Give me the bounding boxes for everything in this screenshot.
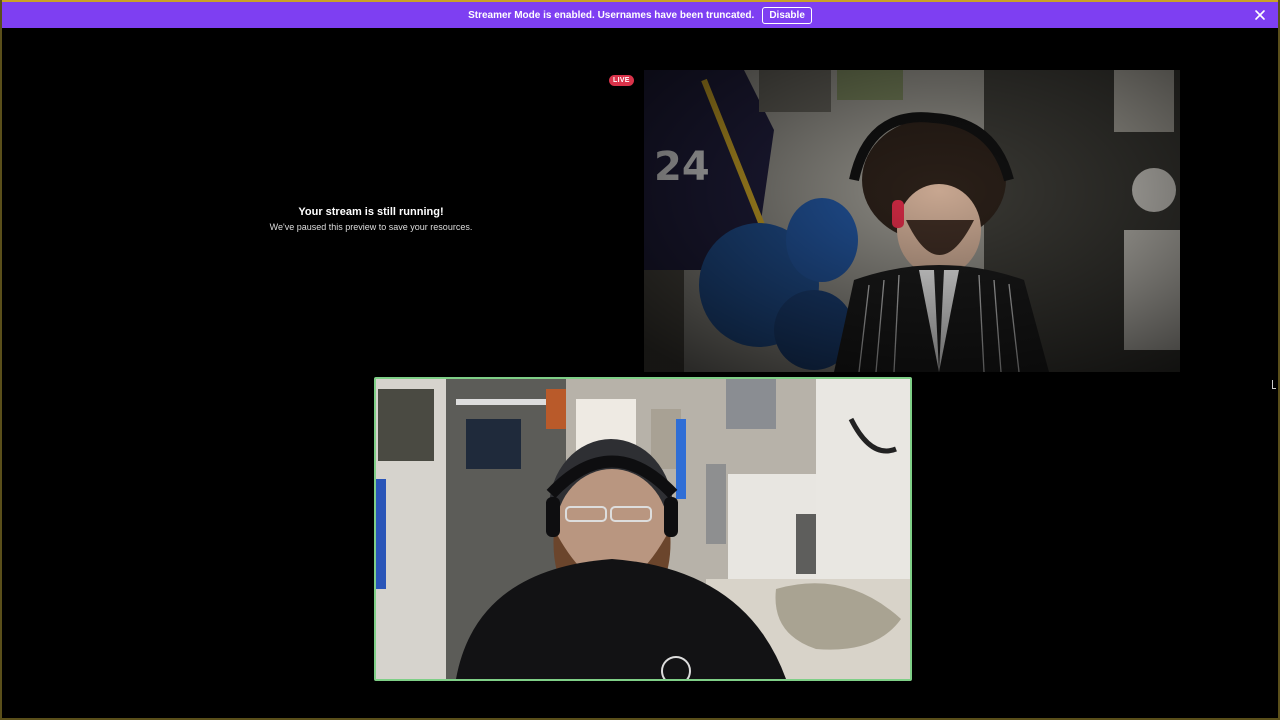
paused-preview-title: Your stream is still running! — [298, 206, 444, 218]
paused-preview-message: Your stream is still running! We've paus… — [102, 206, 640, 232]
close-icon[interactable] — [1254, 9, 1266, 21]
webcam-feed-image: 24 — [644, 70, 1180, 372]
participant-video-top[interactable]: 24 — [644, 70, 1180, 372]
call-window: Streamer Mode is enabled. Usernames have… — [0, 0, 1280, 720]
disable-streamer-mode-button[interactable]: Disable — [762, 6, 812, 24]
paused-preview-subtitle: We've paused this preview to save your r… — [269, 222, 473, 232]
participant-video-bottom[interactable] — [374, 377, 912, 681]
streamer-mode-message: Streamer Mode is enabled. Usernames have… — [468, 9, 755, 21]
live-badge: LIVE — [609, 75, 634, 86]
stream-preview-tile[interactable]: Your stream is still running! We've paus… — [102, 70, 640, 372]
resize-handle[interactable] — [1272, 380, 1276, 389]
streamer-mode-banner: Streamer Mode is enabled. Usernames have… — [2, 2, 1278, 28]
webcam-feed-image — [376, 379, 910, 679]
